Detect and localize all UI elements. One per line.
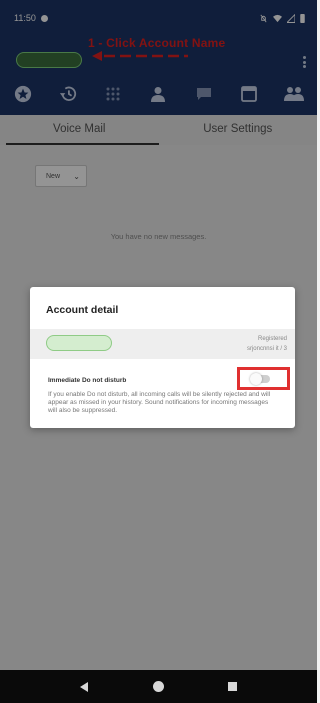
back-icon[interactable] — [79, 681, 90, 692]
system-nav-bar — [0, 670, 317, 703]
account-status: Registered srjoncnnsi it / 3 — [247, 334, 287, 354]
account-name-pill[interactable] — [46, 335, 112, 351]
dnd-toggle-thumb[interactable] — [250, 373, 262, 385]
registration-status: Registered — [257, 336, 287, 342]
account-detail-dialog: Account detail Registered srjoncnnsi it … — [30, 287, 295, 428]
home-icon[interactable] — [153, 681, 165, 692]
recents-icon[interactable] — [228, 682, 238, 691]
dialog-title: Account detail — [46, 304, 119, 316]
account-row: Registered srjoncnnsi it / 3 — [30, 329, 295, 359]
dnd-label: Immediate Do not disturb — [48, 377, 127, 384]
dnd-description: If you enable Do not disturb, all incomi… — [48, 391, 271, 414]
account-server: srjoncnnsi it / 3 — [246, 346, 287, 352]
dnd-toggle-highlight — [237, 367, 290, 390]
